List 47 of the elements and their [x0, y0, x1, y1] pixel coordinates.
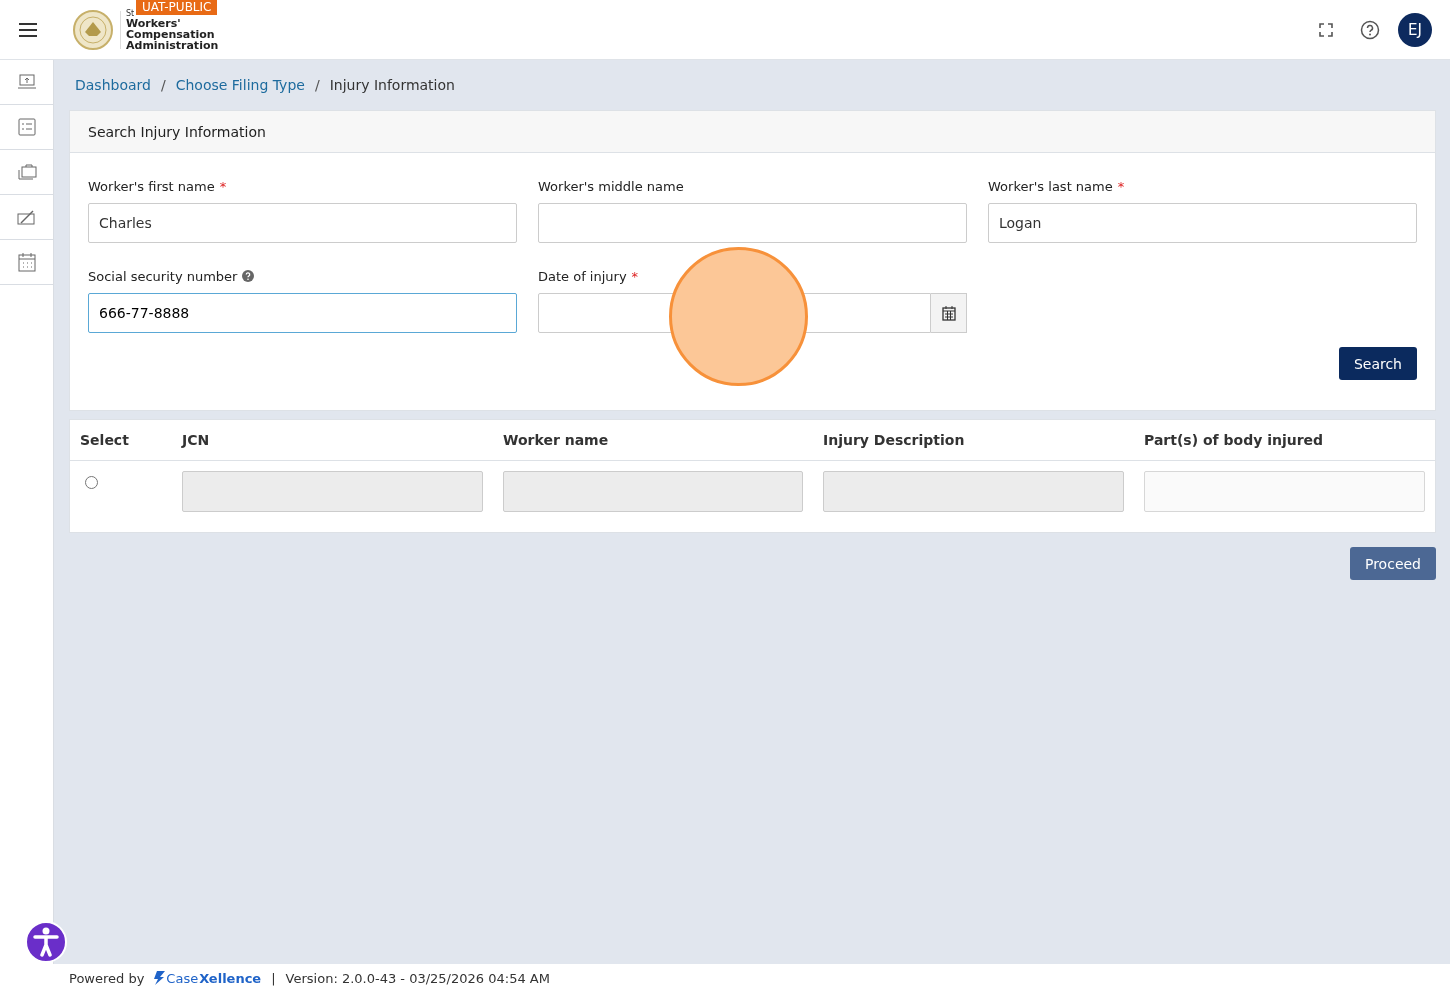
calendar-button[interactable]: [931, 293, 967, 333]
field-label: Worker's last name: [988, 178, 1113, 194]
text-field[interactable]: Logan: [988, 203, 1417, 243]
proceed-button[interactable]: Proceed: [1349, 547, 1436, 580]
cell-field[interactable]: [1144, 471, 1425, 512]
seal-icon: [70, 9, 116, 50]
footer-separator: |: [271, 970, 276, 986]
menu-icon: [17, 21, 38, 38]
breadcrumb-link[interactable]: Choose Filing Type: [175, 77, 305, 93]
text-field[interactable]: 666-77-8888: [88, 293, 517, 333]
checklist-icon: [17, 118, 36, 136]
card-title: Search Injury Information: [88, 123, 266, 140]
text-field[interactable]: Charles: [88, 203, 517, 243]
required-asterisk: *: [219, 178, 227, 194]
powered-by-text: Powered by: [69, 970, 145, 986]
briefcase-icon: [16, 163, 37, 181]
field-label: Date of injury: [538, 268, 627, 284]
laptop-upload-icon: [16, 74, 37, 90]
calendar-icon: [941, 305, 956, 321]
logo-text: Workers': [126, 18, 182, 29]
help-icon[interactable]: [242, 270, 255, 282]
breadcrumb-current: Injury Information: [329, 77, 455, 93]
column-header: JCN: [180, 432, 211, 448]
field-label: Worker's middle name: [538, 178, 684, 194]
calendar-icon: [17, 252, 36, 272]
version-text: Version: 2.0.0-43 - 03/25/2026 04:54 AM: [285, 970, 550, 986]
column-header: Worker name: [502, 432, 610, 448]
required-asterisk: *: [631, 268, 639, 284]
logo-text: St: [126, 10, 136, 18]
edit-icon: [16, 209, 37, 225]
brand-logo: CaseXellence: [154, 970, 262, 986]
required-asterisk: *: [1117, 178, 1125, 194]
breadcrumb-separator: /: [160, 77, 166, 93]
user-avatar[interactable]: EJ: [1398, 12, 1432, 47]
field-label: Worker's first name: [88, 178, 215, 194]
column-header: Select: [79, 432, 130, 448]
column-header: Injury Description: [822, 432, 966, 448]
breadcrumb-separator: /: [314, 77, 320, 93]
text-field[interactable]: [538, 203, 967, 243]
search-button[interactable]: Search: [1338, 347, 1417, 380]
field-label: Social security number: [88, 268, 238, 284]
row-radio[interactable]: [85, 476, 98, 489]
breadcrumb-link[interactable]: Dashboard: [75, 77, 151, 93]
column-header: Part(s) of body injured: [1143, 432, 1325, 448]
logo-text: Administration: [126, 40, 219, 51]
environment-badge: UAT-PUBLIC: [136, 0, 218, 15]
logo-text: Compensation: [126, 29, 215, 40]
